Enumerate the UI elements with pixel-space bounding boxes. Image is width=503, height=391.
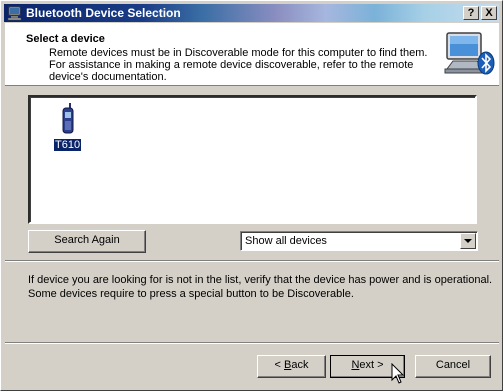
next-label-suffix: >: [374, 359, 384, 371]
cancel-button[interactable]: Cancel: [415, 355, 491, 378]
wizard-header: Select a device Remote devices must be i…: [5, 23, 499, 86]
help-button[interactable]: ?: [463, 6, 479, 20]
info-line: Some devices require to press a special …: [28, 288, 354, 300]
device-label: T610: [52, 138, 83, 152]
title-bar[interactable]: Bluetooth Device Selection ? X: [4, 4, 499, 22]
device-filter-dropdown[interactable]: Show all devices: [240, 231, 478, 251]
back-label-prefix: <: [274, 359, 284, 371]
back-button[interactable]: < Back: [257, 355, 326, 378]
back-label-rest: ack: [291, 359, 309, 371]
search-again-button[interactable]: Search Again: [28, 230, 146, 253]
description-line: device's documentation.: [49, 71, 167, 83]
dropdown-value: Show all devices: [245, 235, 327, 247]
mobile-phone-icon: [62, 103, 74, 134]
device-list[interactable]: T610: [28, 95, 477, 224]
next-label-rest: ext: [359, 359, 375, 371]
dialog-window: Bluetooth Device Selection ? X Select a …: [0, 0, 503, 391]
window-title: Bluetooth Device Selection: [26, 6, 181, 20]
chevron-down-icon[interactable]: [460, 233, 476, 249]
bluetooth-app-icon: [7, 6, 22, 21]
info-line: If device you are looking for is not in …: [28, 274, 493, 286]
close-button[interactable]: X: [481, 6, 497, 20]
description-line: Remote devices must be in Discoverable m…: [49, 47, 428, 59]
mouse-cursor-icon: [391, 363, 405, 384]
page-title: Select a device: [26, 33, 105, 45]
header-description: Remote devices must be in Discoverable m…: [49, 47, 429, 83]
list-item-device[interactable]: T610: [52, 103, 84, 153]
divider: [5, 260, 499, 262]
description-line: For assistance in making a remote device…: [49, 59, 414, 71]
bluetooth-computer-icon: [444, 32, 495, 75]
info-text: If device you are looking for is not in …: [28, 273, 493, 301]
divider: [5, 342, 499, 344]
